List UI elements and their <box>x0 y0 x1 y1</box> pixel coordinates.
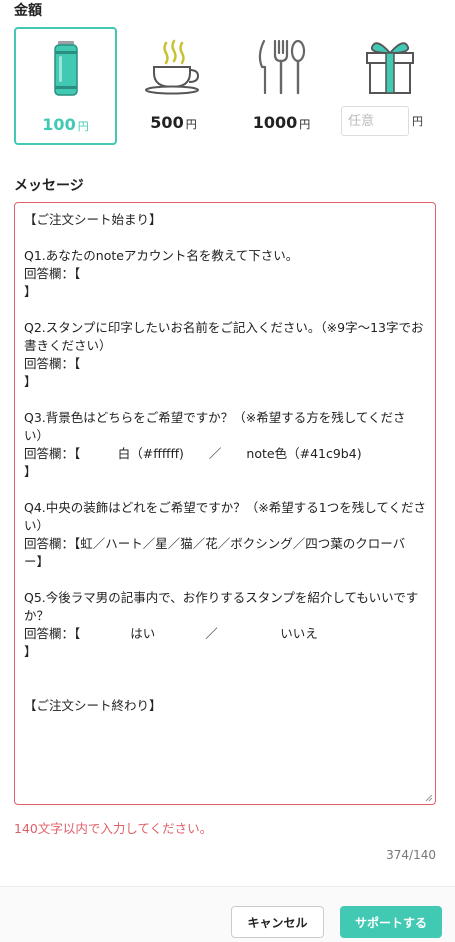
amount-value: 500 <box>150 113 184 132</box>
footer-bar: キャンセル サポートする <box>0 886 455 942</box>
gift-icon <box>365 42 414 94</box>
cutlery-icon <box>258 39 305 95</box>
coffee-cup-icon <box>144 39 199 95</box>
amount-value: 100 <box>42 115 76 134</box>
amount-option-500[interactable]: 500 円 <box>122 27 225 145</box>
cancel-button[interactable]: キャンセル <box>231 906 324 938</box>
message-error: 140文字以内で入力してください。 <box>14 821 213 836</box>
amount-label-500: 500 円 <box>122 113 225 132</box>
character-counter: 374/140 <box>386 848 436 862</box>
amount-options: 100 円 500 円 1000 円 任意 円 <box>14 27 441 147</box>
resize-handle-icon[interactable] <box>425 794 433 802</box>
message-textarea[interactable]: 【ご注文シート始まり】 Q1.あなたのnoteアカウント名を教えて下さい。 回答… <box>14 202 436 805</box>
yen-unit: 円 <box>299 118 311 131</box>
message-text: 【ご注文シート始まり】 Q1.あなたのnoteアカウント名を教えて下さい。 回答… <box>24 212 426 713</box>
custom-yen-unit: 円 <box>412 115 423 128</box>
message-section-title: メッセージ <box>14 178 84 194</box>
amount-option-100[interactable]: 100 円 <box>14 27 117 145</box>
amount-label-100: 100 円 <box>16 115 115 134</box>
yen-unit: 円 <box>77 120 89 133</box>
can-icon <box>53 41 78 96</box>
amount-value: 1000 <box>252 113 298 132</box>
custom-amount-input[interactable] <box>341 106 409 136</box>
support-button[interactable]: サポートする <box>340 906 442 938</box>
amount-label-1000: 1000 円 <box>230 113 333 132</box>
amount-section-title: 金額 <box>14 3 42 19</box>
yen-unit: 円 <box>185 118 197 131</box>
amount-option-1000[interactable]: 1000 円 <box>230 27 333 145</box>
